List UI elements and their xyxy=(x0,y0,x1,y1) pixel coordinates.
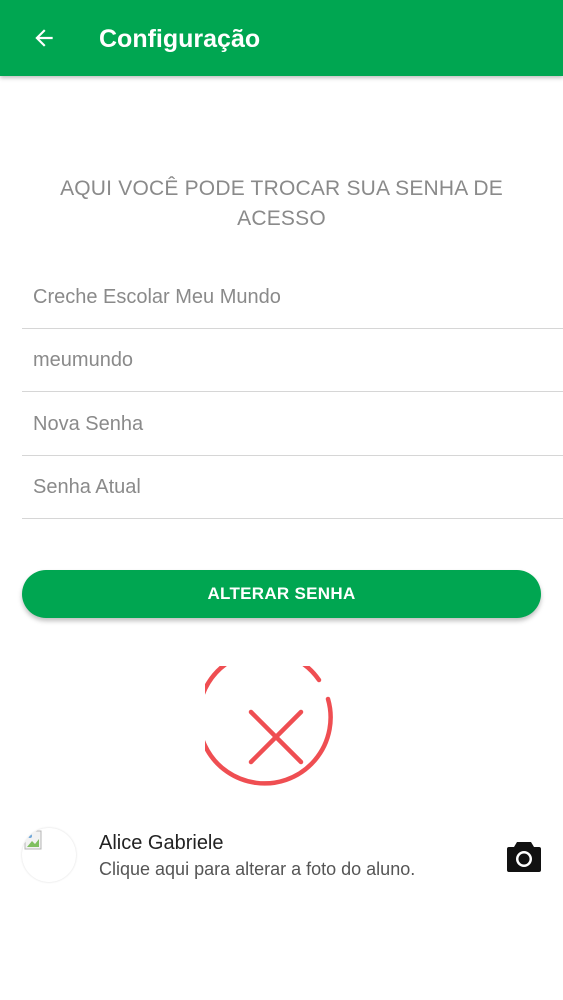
camera-button[interactable] xyxy=(505,840,543,874)
current-password-field[interactable] xyxy=(33,469,543,505)
change-password-button[interactable]: ALTERAR SENHA xyxy=(22,570,541,618)
avatar[interactable] xyxy=(22,828,76,882)
school-name-field[interactable] xyxy=(33,279,543,315)
current-password-field-container xyxy=(22,457,563,519)
new-password-field-container xyxy=(22,394,563,456)
school-name-field-container xyxy=(22,267,563,329)
new-password-field[interactable] xyxy=(33,406,543,442)
back-button[interactable] xyxy=(22,16,66,60)
page-title: Configuração xyxy=(99,25,261,53)
broken-image-icon xyxy=(24,830,42,850)
camera-icon xyxy=(507,842,541,872)
student-photo-hint: Clique aqui para alterar a foto do aluno… xyxy=(99,859,416,879)
username-field[interactable] xyxy=(33,342,543,378)
error-x-circle-icon xyxy=(196,649,333,786)
arrow-left-icon xyxy=(35,29,53,47)
username-field-container xyxy=(22,330,563,392)
student-photo-row[interactable]: Alice Gabriele Clique aqui para alterar … xyxy=(0,818,563,894)
info-text: AQUI VOCÊ PODE TROCAR SUA SENHA DE ACESS… xyxy=(60,177,503,230)
student-name: Alice Gabriele xyxy=(99,832,224,854)
error-status xyxy=(196,649,347,808)
settings-screen: Configuração AQUI VOCÊ PODE TROCAR SUA S… xyxy=(0,0,563,1000)
app-bar: Configuração xyxy=(0,0,563,76)
